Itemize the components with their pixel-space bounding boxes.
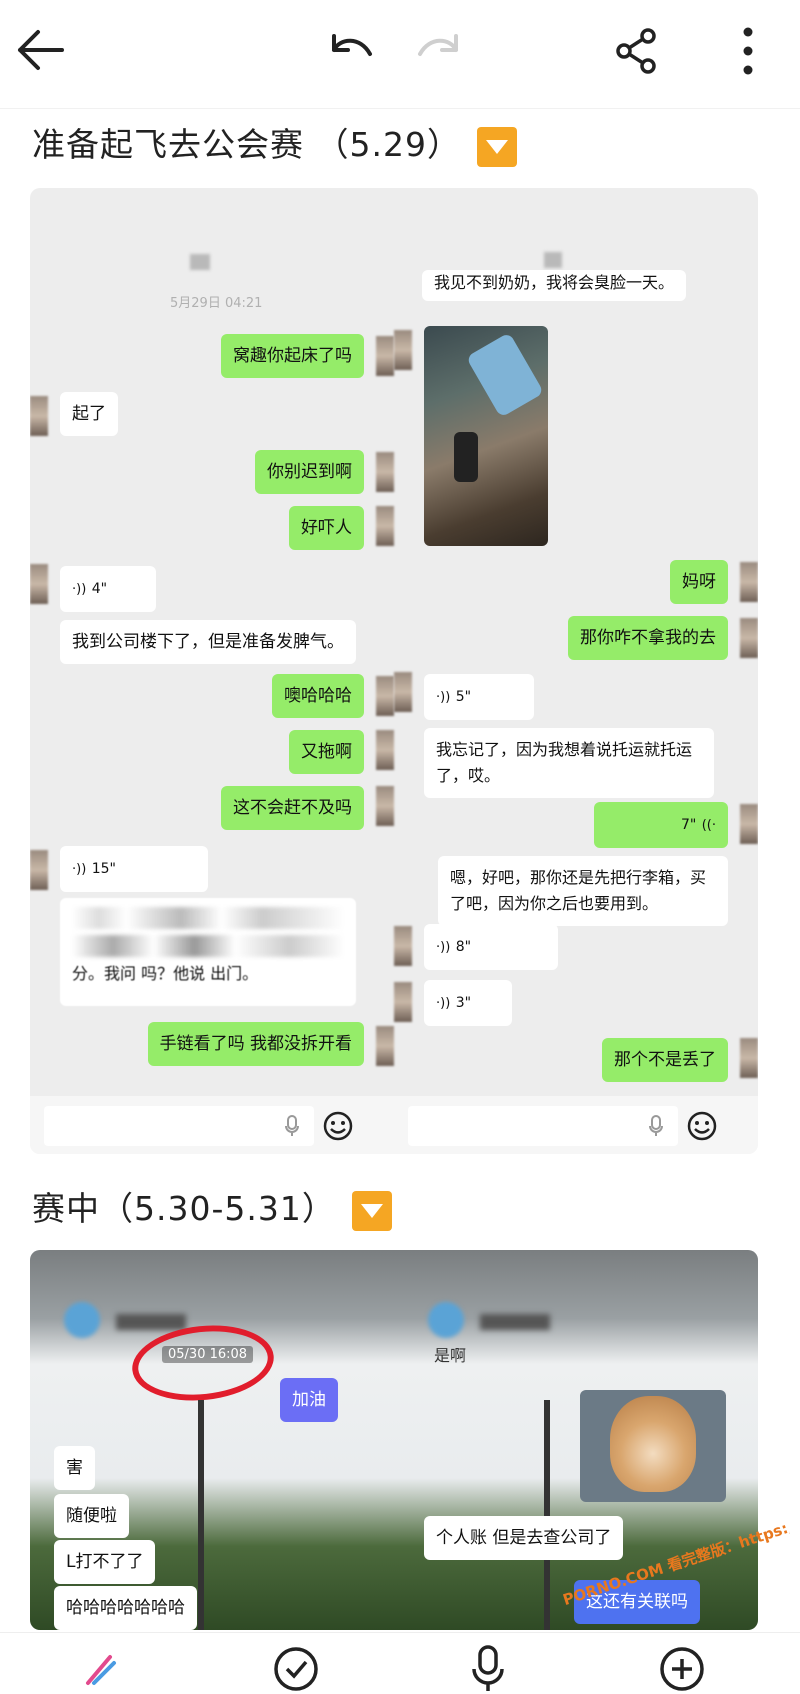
chat-pane-right: 我见不到奶奶，我将会臭脸一天。 妈呀 那你咋不拿我的去 ·)) 5" 我忘记了，… <box>394 188 758 1154</box>
undo-icon[interactable] <box>326 30 376 66</box>
voice-wave-icon: ·)) <box>72 582 87 597</box>
stream-pane-left: 05/30 16:08 加油 害 随便啦 L打不了了 哈哈哈哈哈哈哈 <box>30 1250 394 1630</box>
message-bubble: 手链看了吗 我都没拆开看 <box>147 1022 364 1066</box>
microphone-icon[interactable] <box>464 1643 512 1693</box>
streamer-avatar-blurred <box>64 1302 100 1338</box>
voice-wave-icon: ·)) <box>436 996 451 1011</box>
emoji-icon[interactable] <box>322 1110 354 1142</box>
message-bubble: 噢哈哈哈 <box>272 674 364 718</box>
chat-message-partial: 是啊 <box>434 1346 467 1365</box>
avatar <box>740 804 758 844</box>
voice-wave-icon: ((· <box>701 818 716 833</box>
brush-icon[interactable] <box>80 1649 120 1689</box>
stream-pane-right: 是啊 个人账 但是去查公司了 这还有关联吗 <box>394 1250 758 1630</box>
section-title-during-event: 赛中（5.30-5.31） <box>32 1182 392 1231</box>
chat-input-bar <box>394 1096 758 1154</box>
message-bubble: 我忘记了，因为我想着说托运就托运了，哎。 <box>424 728 714 798</box>
voice-message: ·)) 8" <box>424 924 558 970</box>
cat-face <box>610 1396 696 1492</box>
message-bubble: 妈呀 <box>670 560 728 604</box>
streamer-avatar-blurred <box>428 1302 464 1338</box>
phone-in-photo <box>465 332 545 418</box>
top-toolbar <box>0 0 800 109</box>
avatar <box>394 926 412 966</box>
emoji-icon[interactable] <box>686 1110 718 1142</box>
message-bubble: 那个不是丢了 <box>602 1038 728 1082</box>
message-bubble: 嗯，好吧，那你还是先把行李箱，买了吧，因为你之后也要用到。 <box>438 856 728 926</box>
collapse-toggle-icon[interactable] <box>476 126 517 167</box>
microphone-icon[interactable] <box>648 1114 664 1138</box>
contact-name-blurred <box>190 254 210 270</box>
avatar <box>740 618 758 658</box>
avatar <box>30 396 48 436</box>
avatar <box>376 336 394 376</box>
message-bubble: 好吓人 <box>289 506 364 550</box>
contact-name-blurred <box>544 252 562 268</box>
avatar <box>740 1038 758 1078</box>
message-bubble-partial: 我见不到奶奶，我将会臭脸一天。 <box>422 270 687 301</box>
avatar <box>394 982 412 1022</box>
voice-wave-icon: ·)) <box>436 690 451 705</box>
chat-input-bar <box>30 1096 394 1154</box>
avatar <box>376 676 394 716</box>
chat-message: 随便啦 <box>54 1494 129 1538</box>
avatar <box>376 1026 394 1066</box>
share-icon[interactable] <box>612 26 662 76</box>
avatar <box>740 562 758 602</box>
message-bubble: 起了 <box>60 392 118 436</box>
cheer-bubble: 加油 <box>280 1378 338 1422</box>
avatar <box>376 506 394 546</box>
microphone-icon[interactable] <box>284 1114 300 1138</box>
lamp-post <box>544 1400 550 1630</box>
avatar <box>394 672 412 712</box>
voice-message-sent: 7" ((· <box>594 802 728 848</box>
voice-message: ·)) 4" <box>60 566 156 612</box>
cat-meme-image <box>580 1390 726 1502</box>
avatar <box>30 564 48 604</box>
back-arrow-icon[interactable] <box>14 28 66 72</box>
redacted-line <box>72 935 344 957</box>
chat-message: L打不了了 <box>54 1540 156 1584</box>
chat-pane-left: 5月29日 04:21 窝趣你起床了吗 起了 你别迟到啊 好吓人 ·)) 4" … <box>30 188 394 1154</box>
message-bubble-blurred: 分。我问 吗？他说 出门。 <box>60 898 356 1006</box>
red-circle-annotation <box>128 1318 278 1408</box>
message-input[interactable] <box>44 1106 314 1146</box>
message-bubble: 这不会赶不及吗 <box>221 786 364 830</box>
message-bubble: 我到公司楼下了，但是准备发脾气。 <box>60 620 356 664</box>
section-title-prep: 准备起飞去公会赛 （5.29） <box>32 118 517 167</box>
message-bubble: 又拖啊 <box>289 730 364 774</box>
avatar <box>376 730 394 770</box>
voice-message: ·)) 3" <box>424 980 512 1026</box>
avatar <box>376 786 394 826</box>
check-circle-icon[interactable] <box>272 1645 320 1693</box>
chat-message: 个人账 但是去查公司了 <box>424 1516 624 1560</box>
chat-timestamp: 5月29日 04:21 <box>170 296 263 311</box>
add-circle-icon[interactable] <box>658 1645 706 1693</box>
streamer-name-blurred <box>480 1314 550 1330</box>
more-vertical-icon[interactable] <box>736 26 760 76</box>
streamer-name-blurred <box>116 1314 186 1330</box>
lamp-post <box>198 1400 204 1630</box>
voice-wave-icon: ·)) <box>72 862 87 877</box>
chat-screenshot-collage: 5月29日 04:21 窝趣你起床了吗 起了 你别迟到啊 好吓人 ·)) 4" … <box>30 188 758 1154</box>
collapse-toggle-icon[interactable] <box>351 1190 392 1231</box>
watch-in-photo <box>454 432 478 482</box>
redacted-line <box>72 907 344 929</box>
chat-message: 害 <box>54 1446 95 1490</box>
message-bubble: 窝趣你起床了吗 <box>221 334 364 378</box>
voice-wave-icon: ·)) <box>436 940 451 955</box>
voice-message: ·)) 5" <box>424 674 534 720</box>
voice-message: ·)) 15" <box>60 846 208 892</box>
avatar <box>394 330 412 370</box>
avatar <box>376 452 394 492</box>
redo-icon[interactable] <box>414 30 464 66</box>
avatar <box>30 850 48 890</box>
bottom-toolbar <box>0 1632 800 1694</box>
message-bubble: 你别迟到啊 <box>255 450 364 494</box>
photo-message <box>424 326 548 546</box>
message-bubble: 那你咋不拿我的去 <box>568 616 728 660</box>
chat-message: 哈哈哈哈哈哈哈 <box>54 1586 197 1630</box>
message-input[interactable] <box>408 1106 678 1146</box>
